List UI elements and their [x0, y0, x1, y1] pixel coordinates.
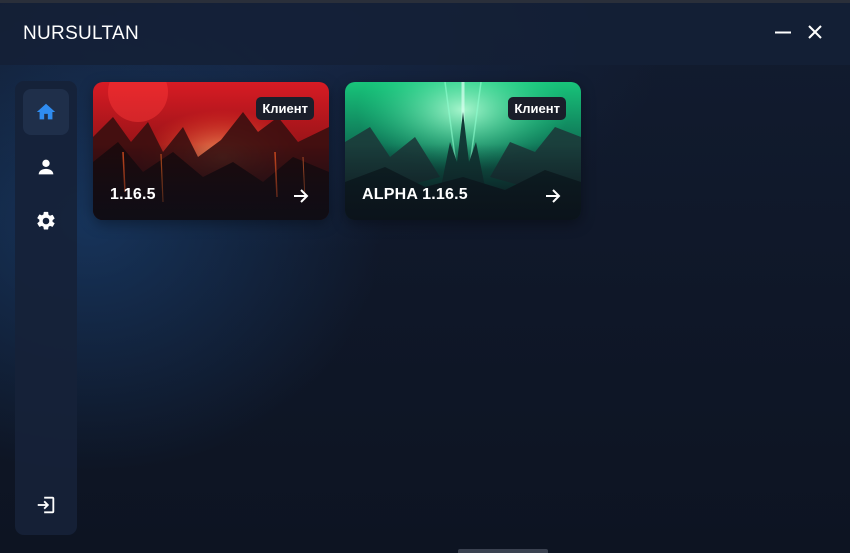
minimize-button[interactable] — [772, 21, 794, 43]
client-badge: Клиент — [508, 97, 566, 120]
arrow-right-icon[interactable] — [291, 186, 311, 206]
close-icon — [808, 25, 822, 39]
title-bar[interactable]: NURSULTAN — [0, 3, 850, 65]
home-icon — [36, 103, 56, 120]
sidebar — [15, 81, 77, 535]
sidebar-item-settings[interactable] — [23, 198, 69, 244]
sidebar-item-profile[interactable] — [23, 144, 69, 190]
client-badge: Клиент — [256, 97, 314, 120]
close-button[interactable] — [804, 21, 826, 43]
minimize-icon — [775, 31, 791, 34]
app-title: NURSULTAN — [23, 23, 140, 44]
app-window: NURSULTAN Клиент 1.16.5 Клиент ALPHA 1.1… — [0, 0, 850, 553]
sidebar-item-home[interactable] — [23, 89, 69, 135]
gear-icon — [37, 211, 55, 230]
logout-button[interactable] — [23, 482, 69, 528]
logout-icon — [37, 496, 55, 514]
taskbar-edge — [458, 549, 548, 553]
user-icon — [38, 159, 54, 175]
card-title: ALPHA 1.16.5 — [362, 186, 468, 203]
arrow-right-icon[interactable] — [543, 186, 563, 206]
card-title: 1.16.5 — [110, 186, 156, 203]
client-card-alpha-1-16-5[interactable]: Клиент ALPHA 1.16.5 — [345, 82, 581, 220]
client-card-1-16-5[interactable]: Клиент 1.16.5 — [93, 82, 329, 220]
